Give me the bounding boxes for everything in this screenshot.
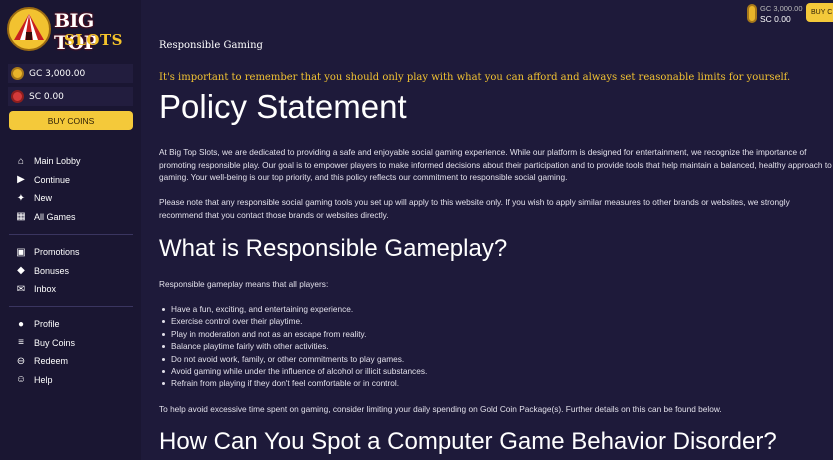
redeem-icon: ⊖: [16, 355, 26, 367]
policy-paragraph-3: To help avoid excessive time spent on ga…: [159, 404, 722, 414]
inbox-icon: ✉: [16, 283, 26, 295]
play-icon: ▶: [17, 174, 25, 186]
sidebar-item-label: Inbox: [34, 284, 57, 295]
gift-icon: ▣: [16, 246, 26, 258]
section-heading-responsible: What is Responsible Gameplay?: [159, 235, 508, 262]
top-sweeps-coin-value: SC 0.00: [760, 14, 791, 24]
tag-icon: ◆: [17, 265, 25, 277]
nav-group-games: ⌂ Main Lobby ▶ Continue ✦ New ▦ All Games: [0, 152, 141, 226]
gold-coin-balance[interactable]: GC 3,000.00: [8, 64, 133, 83]
gold-coin-value: GC 3,000.00: [29, 68, 86, 79]
sidebar-item-main-lobby[interactable]: ⌂ Main Lobby: [0, 152, 141, 171]
sidebar-item-promotions[interactable]: ▣ Promotions: [0, 243, 141, 262]
brand-line-2: SLOTS: [64, 31, 123, 49]
sidebar-item-label: Redeem: [34, 356, 69, 367]
top-buy-coins-button[interactable]: BUY C: [806, 3, 833, 22]
list-item: Refrain from playing if they don't feel …: [159, 377, 427, 389]
nav-group-account: ● Profile ≡ Buy Coins ⊖ Redeem ☺ Help: [0, 315, 141, 389]
sidebar-item-all-games[interactable]: ▦ All Games: [0, 208, 141, 227]
sidebar-item-redeem[interactable]: ⊖ Redeem: [0, 352, 141, 371]
nav-divider: [9, 306, 133, 307]
responsible-list: Have a fun, exciting, and entertaining e…: [159, 303, 427, 390]
buy-coins-button[interactable]: BUY COINS: [9, 111, 133, 130]
sidebar-item-new[interactable]: ✦ New: [0, 189, 141, 208]
sidebar: BIG TOP SLOTS GC 3,000.00 SC 0.00 BUY CO…: [0, 0, 141, 460]
responsible-intro: Responsible gameplay means that all play…: [159, 279, 329, 289]
gold-coin-icon: [11, 67, 24, 80]
coin-toggle-icon: [747, 4, 757, 23]
policy-paragraph-1: At Big Top Slots, we are dedicated to pr…: [159, 147, 832, 182]
sidebar-item-help[interactable]: ☺ Help: [0, 371, 141, 390]
sidebar-item-label: Bonuses: [34, 265, 70, 276]
sidebar-item-buy-coins[interactable]: ≡ Buy Coins: [0, 334, 141, 353]
sidebar-item-continue[interactable]: ▶ Continue: [0, 171, 141, 190]
sidebar-item-label: Continue: [34, 174, 71, 185]
list-item: Balance playtime fairly with other activ…: [159, 340, 427, 352]
sidebar-item-label: Profile: [34, 319, 60, 330]
policy-paragraph-2: Please note that any responsible social …: [159, 197, 790, 220]
brand-logo[interactable]: BIG TOP SLOTS: [6, 4, 136, 54]
list-item: Have a fun, exciting, and entertaining e…: [159, 303, 427, 315]
sidebar-item-label: Main Lobby: [34, 156, 81, 167]
sparkle-icon: ✦: [16, 192, 26, 204]
top-gold-coin-value: GC 3,000.00: [760, 4, 803, 13]
user-icon: ●: [17, 318, 25, 330]
page-title: Policy Statement: [159, 88, 407, 125]
sidebar-item-label: All Games: [34, 211, 76, 222]
help-icon: ☺: [15, 374, 27, 386]
list-item: Do not avoid work, family, or other comm…: [159, 353, 427, 365]
sweeps-coin-balance[interactable]: SC 0.00: [8, 87, 133, 106]
coins-icon: ≡: [18, 337, 24, 349]
sweeps-coin-value: SC 0.00: [29, 91, 64, 102]
top-balance[interactable]: GC 3,000.00 SC 0.00: [747, 3, 805, 24]
list-item: Exercise control over their playtime.: [159, 315, 427, 327]
sidebar-item-label: Buy Coins: [34, 337, 76, 348]
home-icon: ⌂: [17, 155, 25, 167]
sidebar-item-label: Help: [34, 374, 53, 385]
sidebar-item-label: Promotions: [34, 247, 80, 258]
list-item: Avoid gaming while under the influence o…: [159, 365, 427, 377]
sidebar-item-label: New: [34, 193, 53, 204]
sidebar-item-profile[interactable]: ● Profile: [0, 315, 141, 334]
highlight-notice: It's important to remember that you shou…: [159, 72, 791, 83]
section-heading-disorder: How Can You Spot a Computer Game Behavio…: [159, 428, 777, 455]
sidebar-item-bonuses[interactable]: ◆ Bonuses: [0, 262, 141, 281]
grid-icon: ▦: [16, 211, 26, 223]
page-breadcrumb: Responsible Gaming: [159, 40, 263, 51]
sidebar-item-inbox[interactable]: ✉ Inbox: [0, 280, 141, 299]
sweeps-coin-icon: [11, 90, 24, 103]
nav-divider: [9, 234, 133, 235]
circus-tent-icon: [7, 7, 51, 51]
list-item: Play in moderation and not as an escape …: [159, 328, 427, 340]
nav-group-rewards: ▣ Promotions ◆ Bonuses ✉ Inbox: [0, 243, 141, 299]
